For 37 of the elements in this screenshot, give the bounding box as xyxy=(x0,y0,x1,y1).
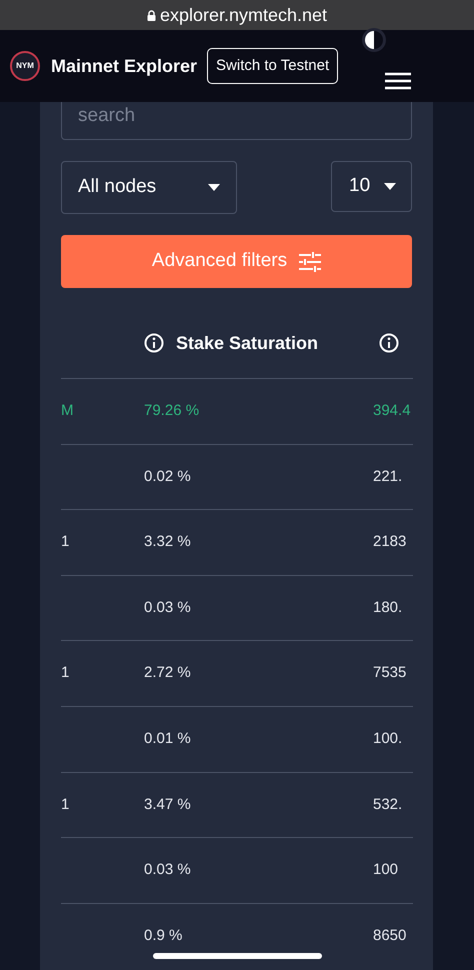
logo[interactable]: NYM xyxy=(10,51,40,81)
table-cell-text: 0.03 % xyxy=(144,860,192,880)
menu-icon[interactable] xyxy=(385,72,411,90)
lock-icon xyxy=(146,10,156,20)
table-cell-text: 8650 xyxy=(373,926,406,946)
app-title: Mainnet Explorer xyxy=(51,54,198,78)
table-cell-text: 221. xyxy=(373,466,402,487)
search-field[interactable]: search xyxy=(61,102,412,140)
table-cell-text: 100. xyxy=(373,729,402,750)
caret-icon xyxy=(384,183,396,190)
table-cell-text: 1 xyxy=(61,532,70,552)
table-cell-text: 3.47 % xyxy=(144,794,192,815)
table-cell-text: 2.72 % xyxy=(144,663,192,684)
table-cell-text: 0.02 % xyxy=(144,466,192,487)
table-cell-text: 0.03 % xyxy=(144,598,192,618)
table-cell-text: 0.9 % xyxy=(144,926,184,946)
table-cell-text: 394.4 xyxy=(373,401,411,422)
table-cell-text: 0.01 % xyxy=(144,729,192,750)
table-cell-text: 100 xyxy=(373,860,398,880)
table-cell-text: 7535 xyxy=(373,663,406,684)
table-cell-text: 180. xyxy=(373,598,402,618)
theme-toggle-icon[interactable] xyxy=(362,28,386,52)
info-icon[interactable] xyxy=(144,333,164,353)
table-cell-text: 532. xyxy=(373,794,402,815)
table-cell-text: 79.26 % xyxy=(144,401,200,422)
switch-network-button[interactable]: Switch to Testnet xyxy=(207,48,338,84)
table-cell-text: M xyxy=(61,401,74,422)
page-size-dropdown[interactable]: 10 xyxy=(331,161,412,212)
table-cell-text: 2183 xyxy=(373,532,406,552)
sliders-icon xyxy=(299,252,322,272)
caret-icon xyxy=(208,184,220,191)
table-cell-text: 1 xyxy=(61,794,70,815)
node-type-dropdown[interactable]: All nodes xyxy=(61,161,237,214)
table-cell-text: 3.32 % xyxy=(144,532,192,552)
column-header[interactable]: Stake Saturation xyxy=(176,330,376,356)
info-icon[interactable] xyxy=(379,333,399,353)
table-cell-text: 1 xyxy=(61,663,70,684)
